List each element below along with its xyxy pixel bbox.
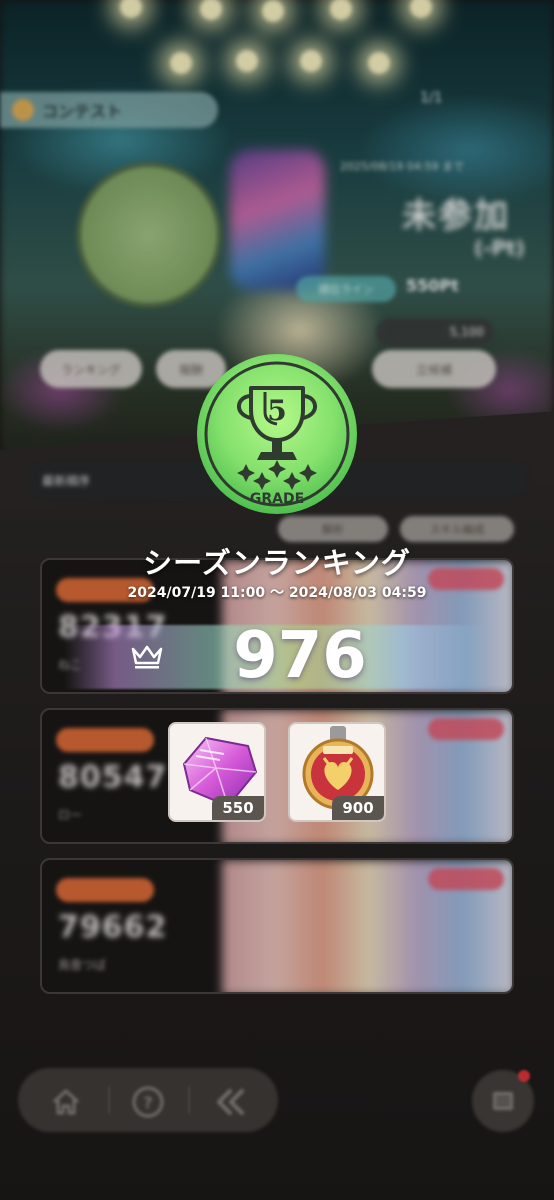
reward-count: 900	[332, 796, 384, 820]
grade-number: 5	[267, 394, 286, 427]
crown-icon	[130, 643, 164, 671]
season-rank: 976	[233, 619, 367, 693]
reward-count: 550	[212, 796, 264, 820]
season-period: 2024/07/19 11:00 ～ 2024/08/03 04:59	[127, 585, 427, 601]
grade-badge: 5 GRADE	[195, 352, 359, 516]
reward-item[interactable]: 550	[168, 722, 266, 822]
season-ranking-title: シーズンランキング	[143, 546, 411, 580]
grade-label: GRADE	[250, 491, 304, 507]
reward-item[interactable]: 900	[288, 722, 386, 822]
